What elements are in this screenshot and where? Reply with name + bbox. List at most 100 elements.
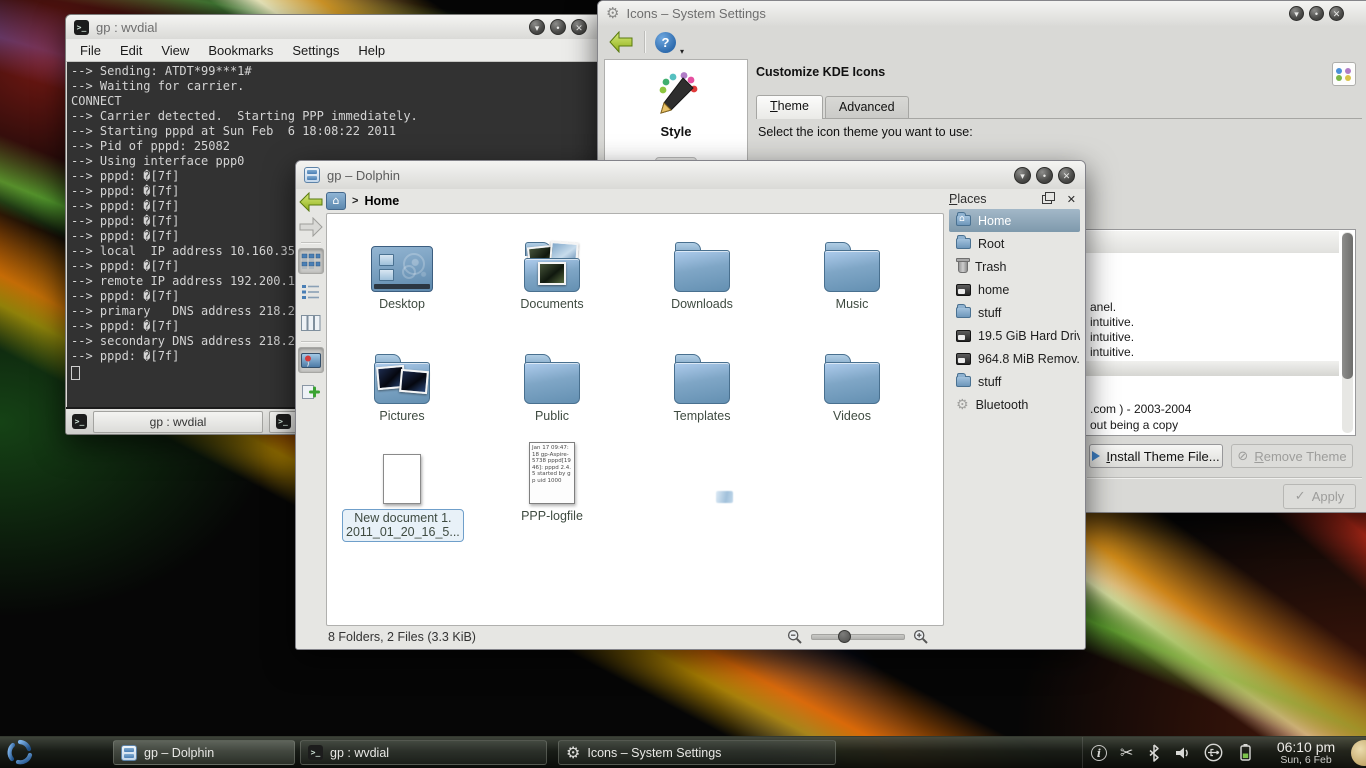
close-panel-icon[interactable]: ✕ [1067,193,1076,206]
menu-edit[interactable]: Edit [120,43,142,58]
folder-label: Videos [792,409,912,423]
scrollbar[interactable] [1342,232,1353,433]
install-theme-button[interactable]: Install Theme File... [1089,444,1223,468]
tab-advanced[interactable]: Advanced [825,96,909,118]
split-view-button[interactable] [298,378,324,404]
apply-button[interactable]: ✓ Apply [1283,484,1356,509]
notifications-icon[interactable]: i [1091,745,1107,761]
maximize-button[interactable]: • [1309,6,1324,21]
clock[interactable]: 06:10 pm Sun, 6 Feb [1260,740,1352,767]
task-konsole[interactable]: >_ gp : wvdial [300,740,547,765]
maximize-button[interactable]: • [1036,167,1053,184]
folder-item[interactable]: Documents [492,228,612,311]
details-view-button[interactable] [298,279,324,305]
battery-icon[interactable] [1236,743,1254,762]
drag-artifact [716,491,733,503]
place-stuff[interactable]: stuff [949,301,1080,324]
close-button[interactable]: ✕ [571,19,587,35]
document-file-icon [383,454,421,504]
terminal-tab-icon[interactable]: >_ [72,414,87,429]
launcher-icon[interactable] [6,738,34,766]
volume-icon[interactable] [1175,744,1191,762]
place-stuff-2[interactable]: stuff [949,370,1080,393]
folder-label: Public [492,409,612,423]
minimize-button[interactable]: ▾ [1014,167,1031,184]
hard-drive-icon [956,330,971,342]
place-home[interactable]: ⌂ Home [949,209,1080,232]
details-view-icon [301,284,321,300]
close-button[interactable]: ✕ [1058,167,1075,184]
list-row[interactable]: intuitive. [1090,345,1134,359]
breadcrumb[interactable]: ⌂ > Home [326,189,399,213]
folder-item[interactable]: Downloads [642,228,762,311]
breadcrumb-home[interactable]: Home [364,194,399,208]
minimize-button[interactable]: ▾ [1289,6,1304,21]
home-folder-icon[interactable]: ⌂ [326,192,346,210]
klipper-scissors-icon[interactable]: ✂ [1120,745,1133,761]
place-root[interactable]: Root [949,232,1080,255]
float-panel-icon[interactable] [1042,195,1052,204]
menu-bookmarks[interactable]: Bookmarks [208,43,273,58]
folder-label: Documents [492,297,612,311]
place-removable-drive[interactable]: 964.8 MiB Remov... [949,347,1080,370]
tab-theme[interactable]: Theme [756,95,823,119]
bluetooth-icon[interactable] [1146,744,1162,762]
place-hard-drive[interactable]: 19.5 GiB Hard Drive [949,324,1080,347]
list-row[interactable]: anel. [1090,300,1116,314]
zoom-out-icon[interactable] [787,629,803,645]
panel-toolbox-cashew[interactable] [1351,740,1366,766]
file-item-selected[interactable]: New document 1.2011_01_20_16_5... [342,436,462,542]
theme-prompt: Select the icon theme you want to use: [758,125,973,139]
task-dolphin[interactable]: gp – Dolphin [113,740,295,765]
konsole-titlebar[interactable]: >_ gp : wvdial ▾ • ✕ [66,15,609,39]
settings-tabs: Theme Advanced [756,96,1362,119]
folder-item[interactable]: Videos [792,340,912,423]
back-button-icon[interactable] [608,31,634,53]
system-settings-titlebar[interactable]: ⚙ Icons – System Settings [598,1,1366,26]
menu-view[interactable]: View [161,43,189,58]
terminal-tab[interactable]: gp : wvdial [93,411,263,433]
menu-file[interactable]: File [80,43,101,58]
pictures-folder-icon [374,362,430,404]
preview-button[interactable] [298,347,324,373]
forward-button-icon[interactable] [299,217,323,237]
back-button-icon[interactable] [299,192,323,212]
folder-view[interactable]: Desktop Documents Downloads Mu [326,213,944,626]
maximize-button[interactable]: • [550,19,566,35]
folder-item[interactable]: Templates [642,340,762,423]
menu-settings[interactable]: Settings [292,43,339,58]
folder-icon [674,362,730,404]
sidebar-item-style[interactable]: Style [605,60,747,139]
zoom-slider-handle[interactable] [838,630,851,643]
columns-view-button[interactable] [298,310,324,336]
scrollbar-thumb[interactable] [1342,233,1353,379]
list-row[interactable]: intuitive. [1090,315,1134,329]
place-trash[interactable]: Trash [949,255,1080,278]
dolphin-titlebar[interactable]: gp – Dolphin ▾ • ✕ [296,161,1085,189]
close-button[interactable]: ✕ [1329,6,1344,21]
minimize-button[interactable]: ▾ [529,19,545,35]
task-system-settings[interactable]: ⚙ Icons – System Settings [558,740,836,765]
folder-item[interactable]: Pictures [342,340,462,423]
chevron-down-icon[interactable]: ▾ [680,47,684,56]
device-notifier-usb-icon[interactable] [1204,743,1223,762]
list-row[interactable]: intuitive. [1090,330,1134,344]
dolphin-window[interactable]: gp – Dolphin ▾ • ✕ ⌂ > Home [295,160,1086,650]
system-settings-title: Icons – System Settings [626,6,765,21]
icons-view-button[interactable] [298,248,324,274]
file-item[interactable]: Jan 17 09:47:18 gp-Aspire-5738 pppd[1946… [492,436,612,523]
place-bluetooth[interactable]: ⚙ Bluetooth [949,393,1080,416]
dolphin-side-toolbar [296,189,326,624]
place-home-partition[interactable]: home [949,278,1080,301]
new-tab-button[interactable]: >_ [269,411,297,433]
folder-item[interactable]: Public [492,340,612,423]
folder-label: Downloads [642,297,762,311]
menu-help[interactable]: Help [358,43,385,58]
remove-theme-button[interactable]: ⊘ Remove Theme [1231,444,1353,468]
folder-item[interactable]: Desktop [342,228,462,311]
folder-item[interactable]: Music [792,228,912,311]
zoom-in-icon[interactable] [913,629,929,645]
overview-grid-icon[interactable] [1332,62,1356,86]
zoom-slider[interactable] [811,634,905,640]
help-button[interactable]: ? [655,32,676,53]
